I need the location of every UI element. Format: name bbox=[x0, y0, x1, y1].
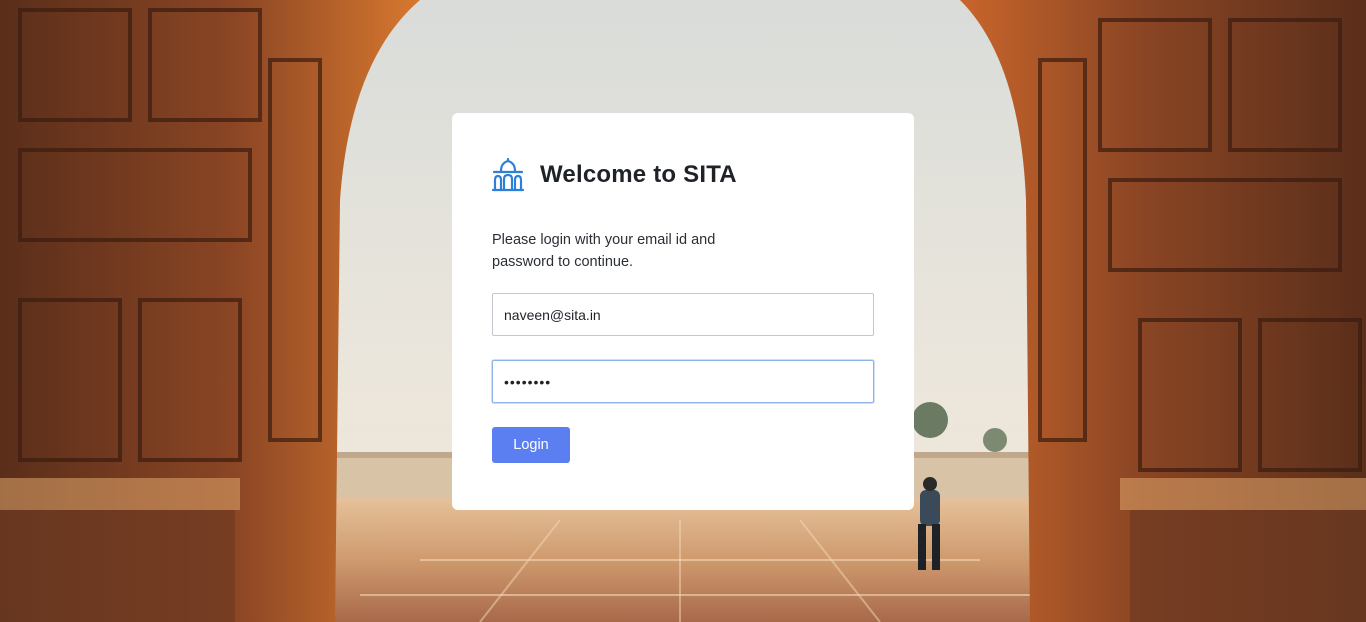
login-instructions: Please login with your email id and pass… bbox=[492, 232, 716, 270]
brand-row: Welcome to SITA bbox=[492, 157, 874, 193]
login-page: Welcome to SITA Please login with your e… bbox=[0, 0, 1366, 622]
login-card: Welcome to SITA Please login with your e… bbox=[452, 113, 914, 510]
page-title: Welcome to SITA bbox=[540, 161, 737, 188]
login-button[interactable]: Login bbox=[492, 427, 570, 463]
email-field[interactable] bbox=[492, 293, 874, 336]
password-field[interactable] bbox=[492, 360, 874, 403]
monument-icon bbox=[492, 158, 524, 192]
